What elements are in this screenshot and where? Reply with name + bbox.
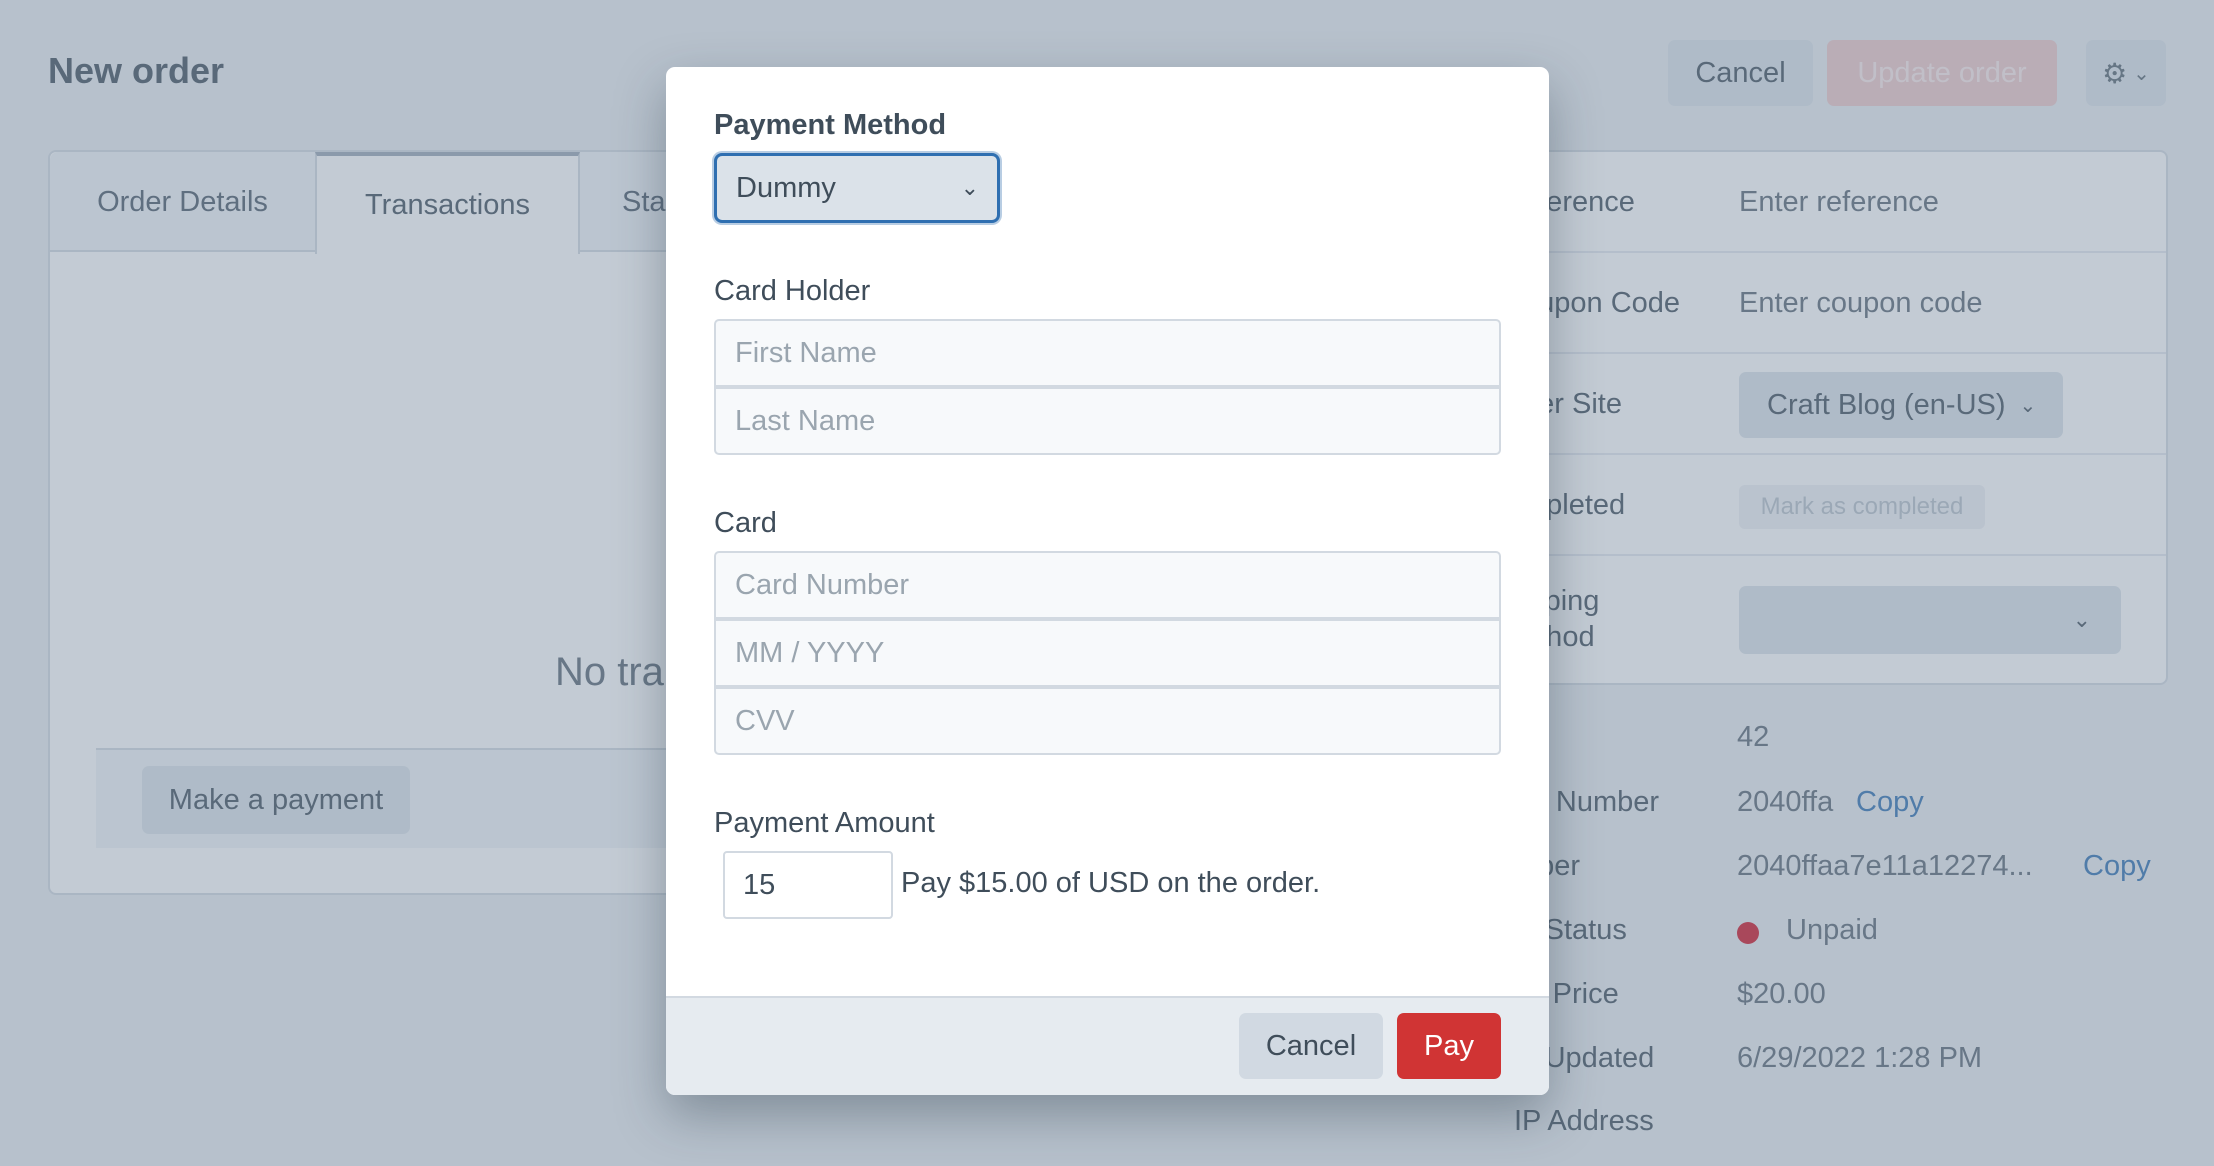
chevron-down-icon: ⌄ [960, 175, 979, 200]
card-number-input[interactable]: Card Number [714, 551, 1501, 619]
first-name-input[interactable]: First Name [714, 319, 1501, 387]
pay-button[interactable]: Pay [1397, 1013, 1501, 1079]
payment-amount-input[interactable]: 15 [723, 851, 893, 919]
card-holder-label: Card Holder [714, 275, 871, 307]
expiry-input[interactable]: MM / YYYY [714, 619, 1501, 687]
cvv-input[interactable]: CVV [714, 687, 1501, 755]
modal-cancel-button[interactable]: Cancel [1239, 1013, 1383, 1079]
payment-method-value: Dummy [736, 171, 836, 204]
last-name-input[interactable]: Last Name [714, 387, 1501, 455]
payment-amount-note: Pay $15.00 of USD on the order. [901, 867, 1321, 899]
card-label: Card [714, 507, 777, 539]
payment-modal: Payment Method Dummy ⌄ Card Holder First… [666, 67, 1549, 1095]
payment-method-label: Payment Method [714, 109, 947, 141]
modal-footer: Cancel Pay [666, 996, 1549, 1095]
payment-amount-label: Payment Amount [714, 807, 935, 839]
payment-method-select[interactable]: Dummy ⌄ [714, 153, 1000, 223]
